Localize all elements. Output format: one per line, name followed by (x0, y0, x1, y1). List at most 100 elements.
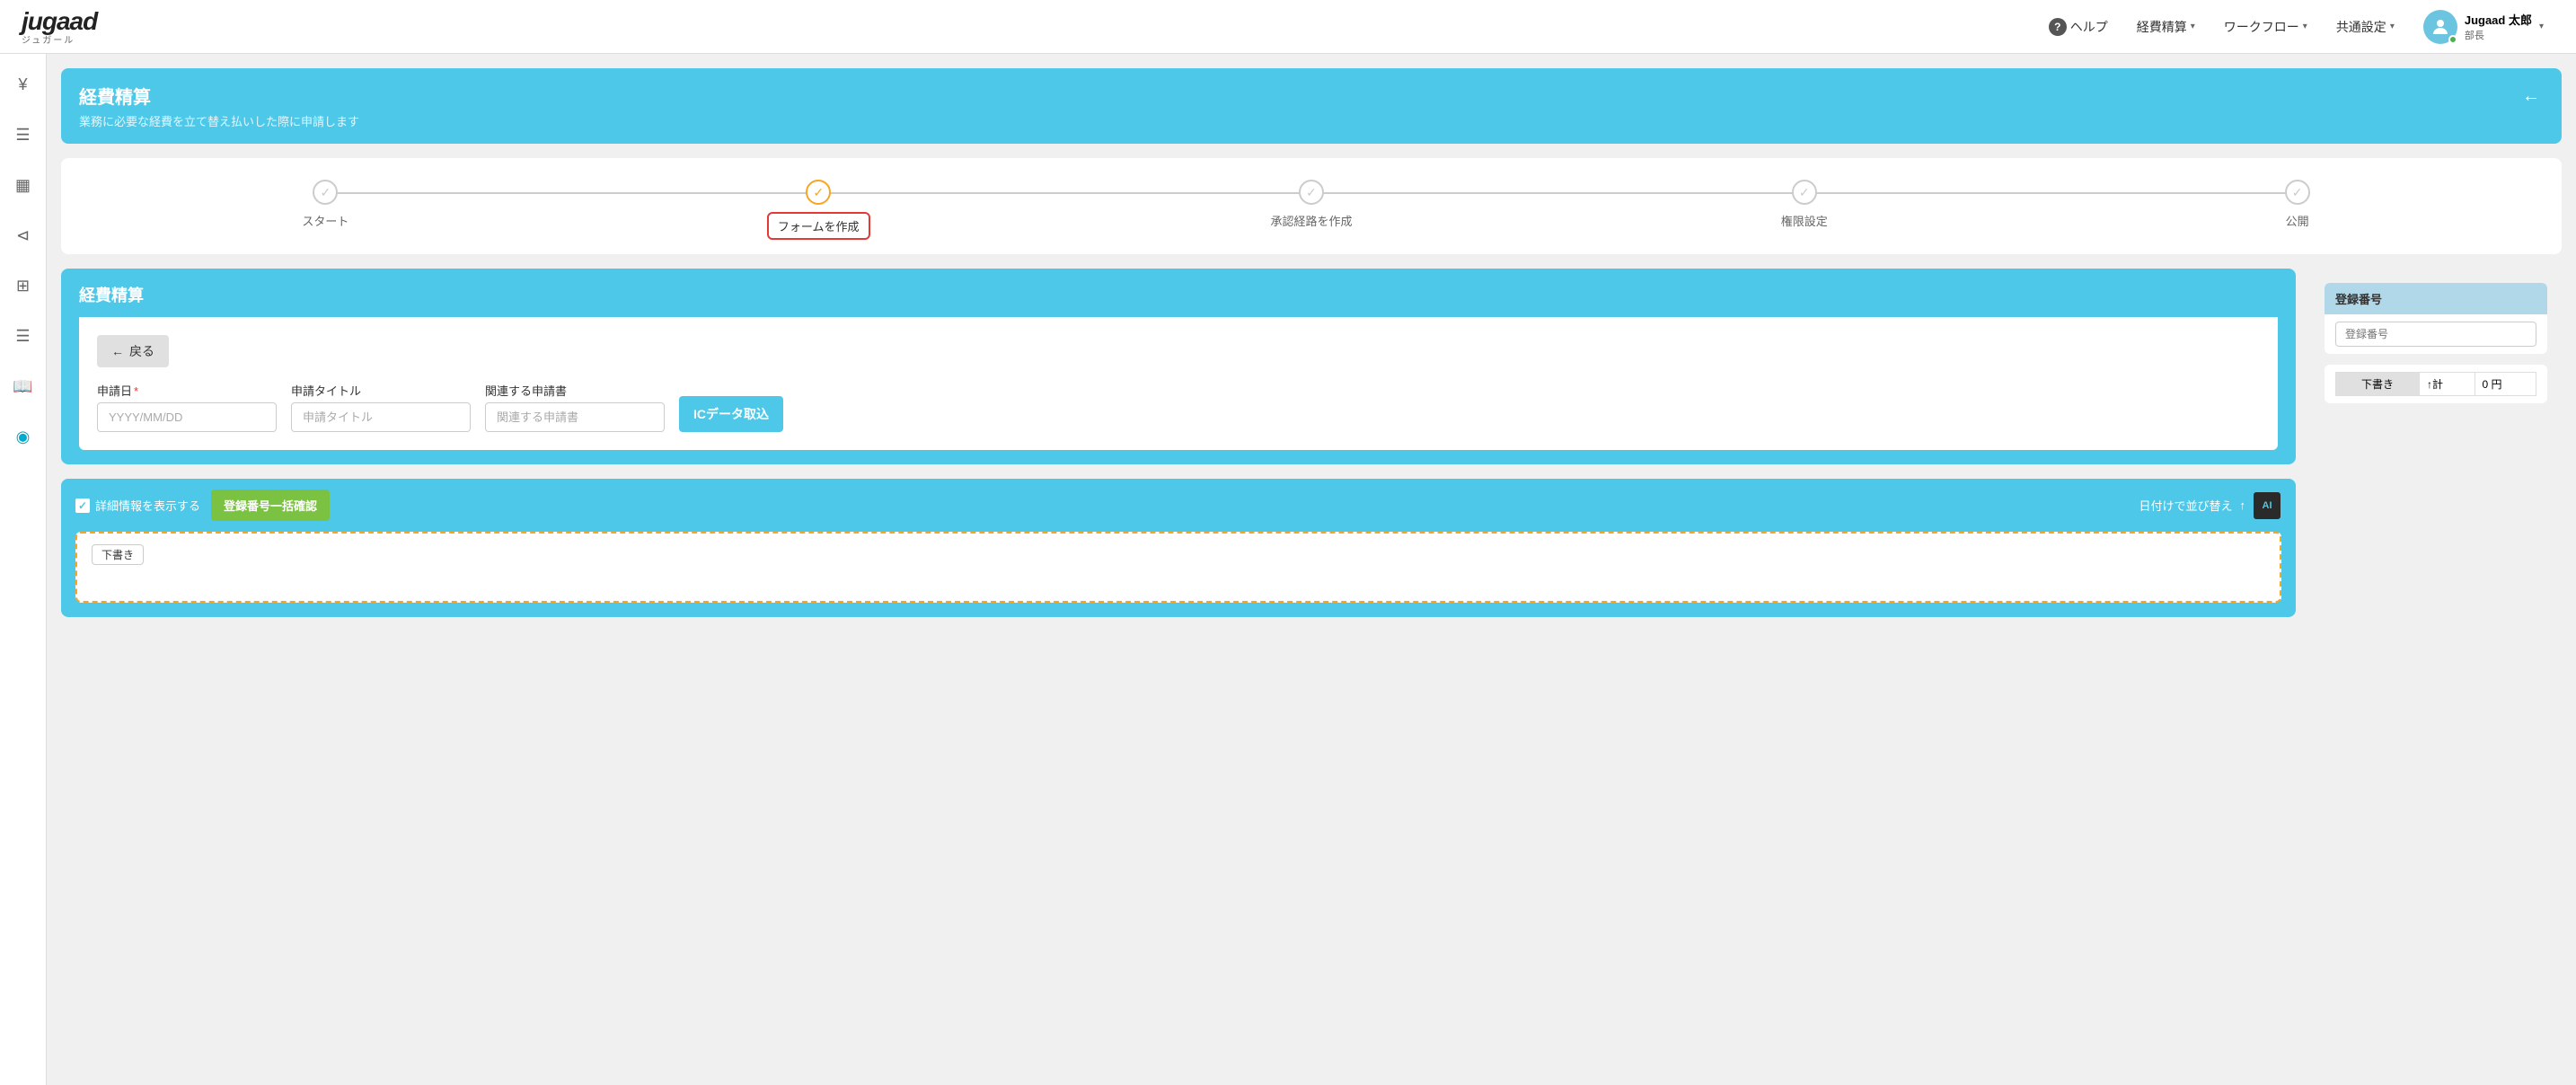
expense-nav-item[interactable]: 経費精算 ▾ (2126, 13, 2206, 41)
sidebar-icon-person[interactable]: ◉ (7, 420, 40, 453)
reg-number-header: 登録番号 (2325, 283, 2547, 314)
logo-area: jugaad ジュガール (22, 7, 97, 46)
title-label: 申請タイトル (291, 382, 471, 399)
status-table-section: 下書き ↑計 0 円 (2325, 365, 2547, 403)
related-input[interactable] (485, 402, 665, 432)
step-permission-label: 権限設定 (1781, 212, 1828, 229)
status-table: 下書き ↑計 0 円 (2335, 372, 2536, 396)
sidebar-icon-grid[interactable]: ⊞ (7, 269, 40, 302)
expense-label: 経費精算 (2137, 18, 2187, 36)
logo-sub: ジュガール (22, 32, 75, 46)
step-permission: ✓ 権限設定 (1557, 180, 2051, 229)
form-section-title: 経費精算 (79, 283, 2278, 306)
settings-label: 共通設定 (2336, 18, 2386, 36)
table-row: 下書き ↑計 0 円 (2336, 373, 2536, 396)
title-input[interactable] (291, 402, 471, 432)
right-panel: 登録番号 下書き ↑計 0 円 (2310, 269, 2562, 617)
settings-nav-item[interactable]: 共通設定 ▾ (2325, 13, 2405, 41)
workflow-chevron-icon: ▾ (2303, 22, 2307, 31)
reg-number-input[interactable] (2335, 322, 2536, 347)
workflow-label: ワークフロー (2224, 18, 2299, 36)
date-form-group: 申請日* (97, 382, 277, 432)
header-card: 経費精算 業務に必要な経費を立て替え払いした際に申請します ← (61, 68, 2562, 144)
step-start: ✓ スタート (79, 180, 572, 229)
count-value-cell: 0 円 (2475, 373, 2536, 396)
step-form-label: フォームを作成 (778, 217, 860, 234)
draft-card: 下書き (75, 532, 2281, 603)
step-start-circle: ✓ (313, 180, 338, 205)
user-avatar-icon (2430, 16, 2451, 38)
date-input[interactable] (97, 402, 277, 432)
user-info: Jugaad 太郎 部長 (2465, 11, 2532, 42)
expense-chevron-icon: ▾ (2191, 22, 2195, 31)
sidebar-icon-yen[interactable]: ¥ (7, 68, 40, 101)
help-label: ヘルプ (2070, 18, 2108, 36)
sort-direction-icon: ↑ (2240, 498, 2246, 512)
status-cell: 下書き (2336, 373, 2420, 396)
detail-header: ✓ 詳細情報を表示する 登録番号一括確認 日付けで並び替え ↑ AI (61, 479, 2296, 532)
user-name: Jugaad 太郎 (2465, 11, 2532, 28)
form-inner-card: ← 戻る 申請日* 申請タイトル (79, 317, 2278, 450)
back-arrow-icon: ← (111, 344, 124, 358)
step-publish-label: 公開 (2286, 212, 2309, 229)
sort-area: 日付けで並び替え ↑ AI (2139, 491, 2281, 520)
online-status-dot (2448, 35, 2457, 44)
sidebar-icon-share[interactable]: ⊲ (7, 219, 40, 251)
detail-section: ✓ 詳細情報を表示する 登録番号一括確認 日付けで並び替え ↑ AI (61, 479, 2296, 617)
sidebar-icon-book[interactable]: 📖 (7, 370, 40, 402)
sort-label: 日付けで並び替え (2139, 497, 2232, 514)
user-chevron-icon: ▾ (2539, 22, 2544, 31)
step-form: ✓ フォームを作成 (572, 180, 1065, 240)
lower-content: 経費精算 ← 戻る 申請日* (61, 269, 2562, 617)
header-card-info: 経費精算 業務に必要な経費を立て替え払いした際に申請します (79, 83, 359, 129)
checkbox-check-icon: ✓ (78, 499, 87, 512)
status-table-body: 下書き ↑計 0 円 (2325, 365, 2547, 403)
step-permission-circle: ✓ (1792, 180, 1817, 205)
step-approval: ✓ 承認経路を作成 (1065, 180, 1558, 229)
stepper: ✓ スタート ✓ フォームを作成 ✓ 承認経路を作成 ✓ (79, 180, 2544, 240)
settings-chevron-icon: ▾ (2390, 22, 2395, 31)
sidebar-icon-list[interactable]: ☰ (7, 119, 40, 151)
sidebar-icon-calendar[interactable]: ▦ (7, 169, 40, 201)
step-form-active-box: フォームを作成 (767, 212, 870, 240)
main-layout: ¥ ☰ ▦ ⊲ ⊞ ☰ 📖 ◉ 経費精算 業務に必要な経費を立て替え払いした際に… (0, 54, 2576, 1085)
reg-number-body (2325, 314, 2547, 354)
sidebar-icon-doc[interactable]: ☰ (7, 320, 40, 352)
step-approval-label: 承認経路を作成 (1270, 212, 1352, 229)
related-form-group: 関連する申請書 (485, 382, 665, 432)
reg-confirm-button[interactable]: 登録番号一括確認 (211, 490, 330, 521)
detail-checkbox-area: ✓ 詳細情報を表示する (75, 497, 200, 514)
left-content: 経費精算 ← 戻る 申請日* (61, 269, 2296, 617)
ai-icon[interactable]: AI (2253, 491, 2281, 520)
main-content: 経費精算 業務に必要な経費を立て替え払いした際に申請します ← ✓ スタート ✓… (47, 54, 2576, 1085)
top-navigation: jugaad ジュガール ? ヘルプ 経費精算 ▾ ワークフロー ▾ 共通設定 … (0, 0, 2576, 54)
user-role: 部長 (2465, 28, 2532, 42)
detail-checkbox-label: 詳細情報を表示する (95, 497, 200, 514)
title-form-group: 申請タイトル (291, 382, 471, 432)
back-btn-label: 戻る (129, 342, 154, 360)
date-required-mark: * (134, 384, 138, 398)
back-button[interactable]: ← 戻る (97, 335, 169, 367)
date-label: 申請日* (97, 382, 277, 399)
nav-items: ? ヘルプ 経費精算 ▾ ワークフロー ▾ 共通設定 ▾ (2038, 6, 2554, 48)
help-icon: ? (2049, 18, 2067, 36)
workflow-nav-item[interactable]: ワークフロー ▾ (2213, 13, 2318, 41)
header-card-subtitle: 業務に必要な経費を立て替え払いした際に申請します (79, 112, 359, 129)
form-section: 経費精算 ← 戻る 申請日* (61, 269, 2296, 464)
help-nav-item[interactable]: ? ヘルプ (2038, 13, 2119, 41)
header-back-button[interactable]: ← (2519, 83, 2544, 110)
form-row: 申請日* 申請タイトル 関連する申請書 (97, 382, 2260, 432)
step-approval-circle: ✓ (1299, 180, 1324, 205)
step-form-circle: ✓ (806, 180, 831, 205)
step-start-label: スタート (302, 212, 348, 229)
user-area[interactable]: Jugaad 太郎 部長 ▾ (2413, 6, 2554, 48)
header-card-title: 経費精算 (79, 83, 359, 109)
detail-checkbox[interactable]: ✓ (75, 498, 90, 513)
sidebar: ¥ ☰ ▦ ⊲ ⊞ ☰ 📖 ◉ (0, 54, 47, 1085)
step-publish: ✓ 公開 (2051, 180, 2544, 229)
step-publish-circle: ✓ (2285, 180, 2310, 205)
reg-number-section: 登録番号 (2325, 283, 2547, 354)
ic-data-button[interactable]: ICデータ取込 (679, 396, 783, 432)
draft-tag: 下書き (92, 544, 144, 565)
draft-card-body (92, 572, 2265, 590)
